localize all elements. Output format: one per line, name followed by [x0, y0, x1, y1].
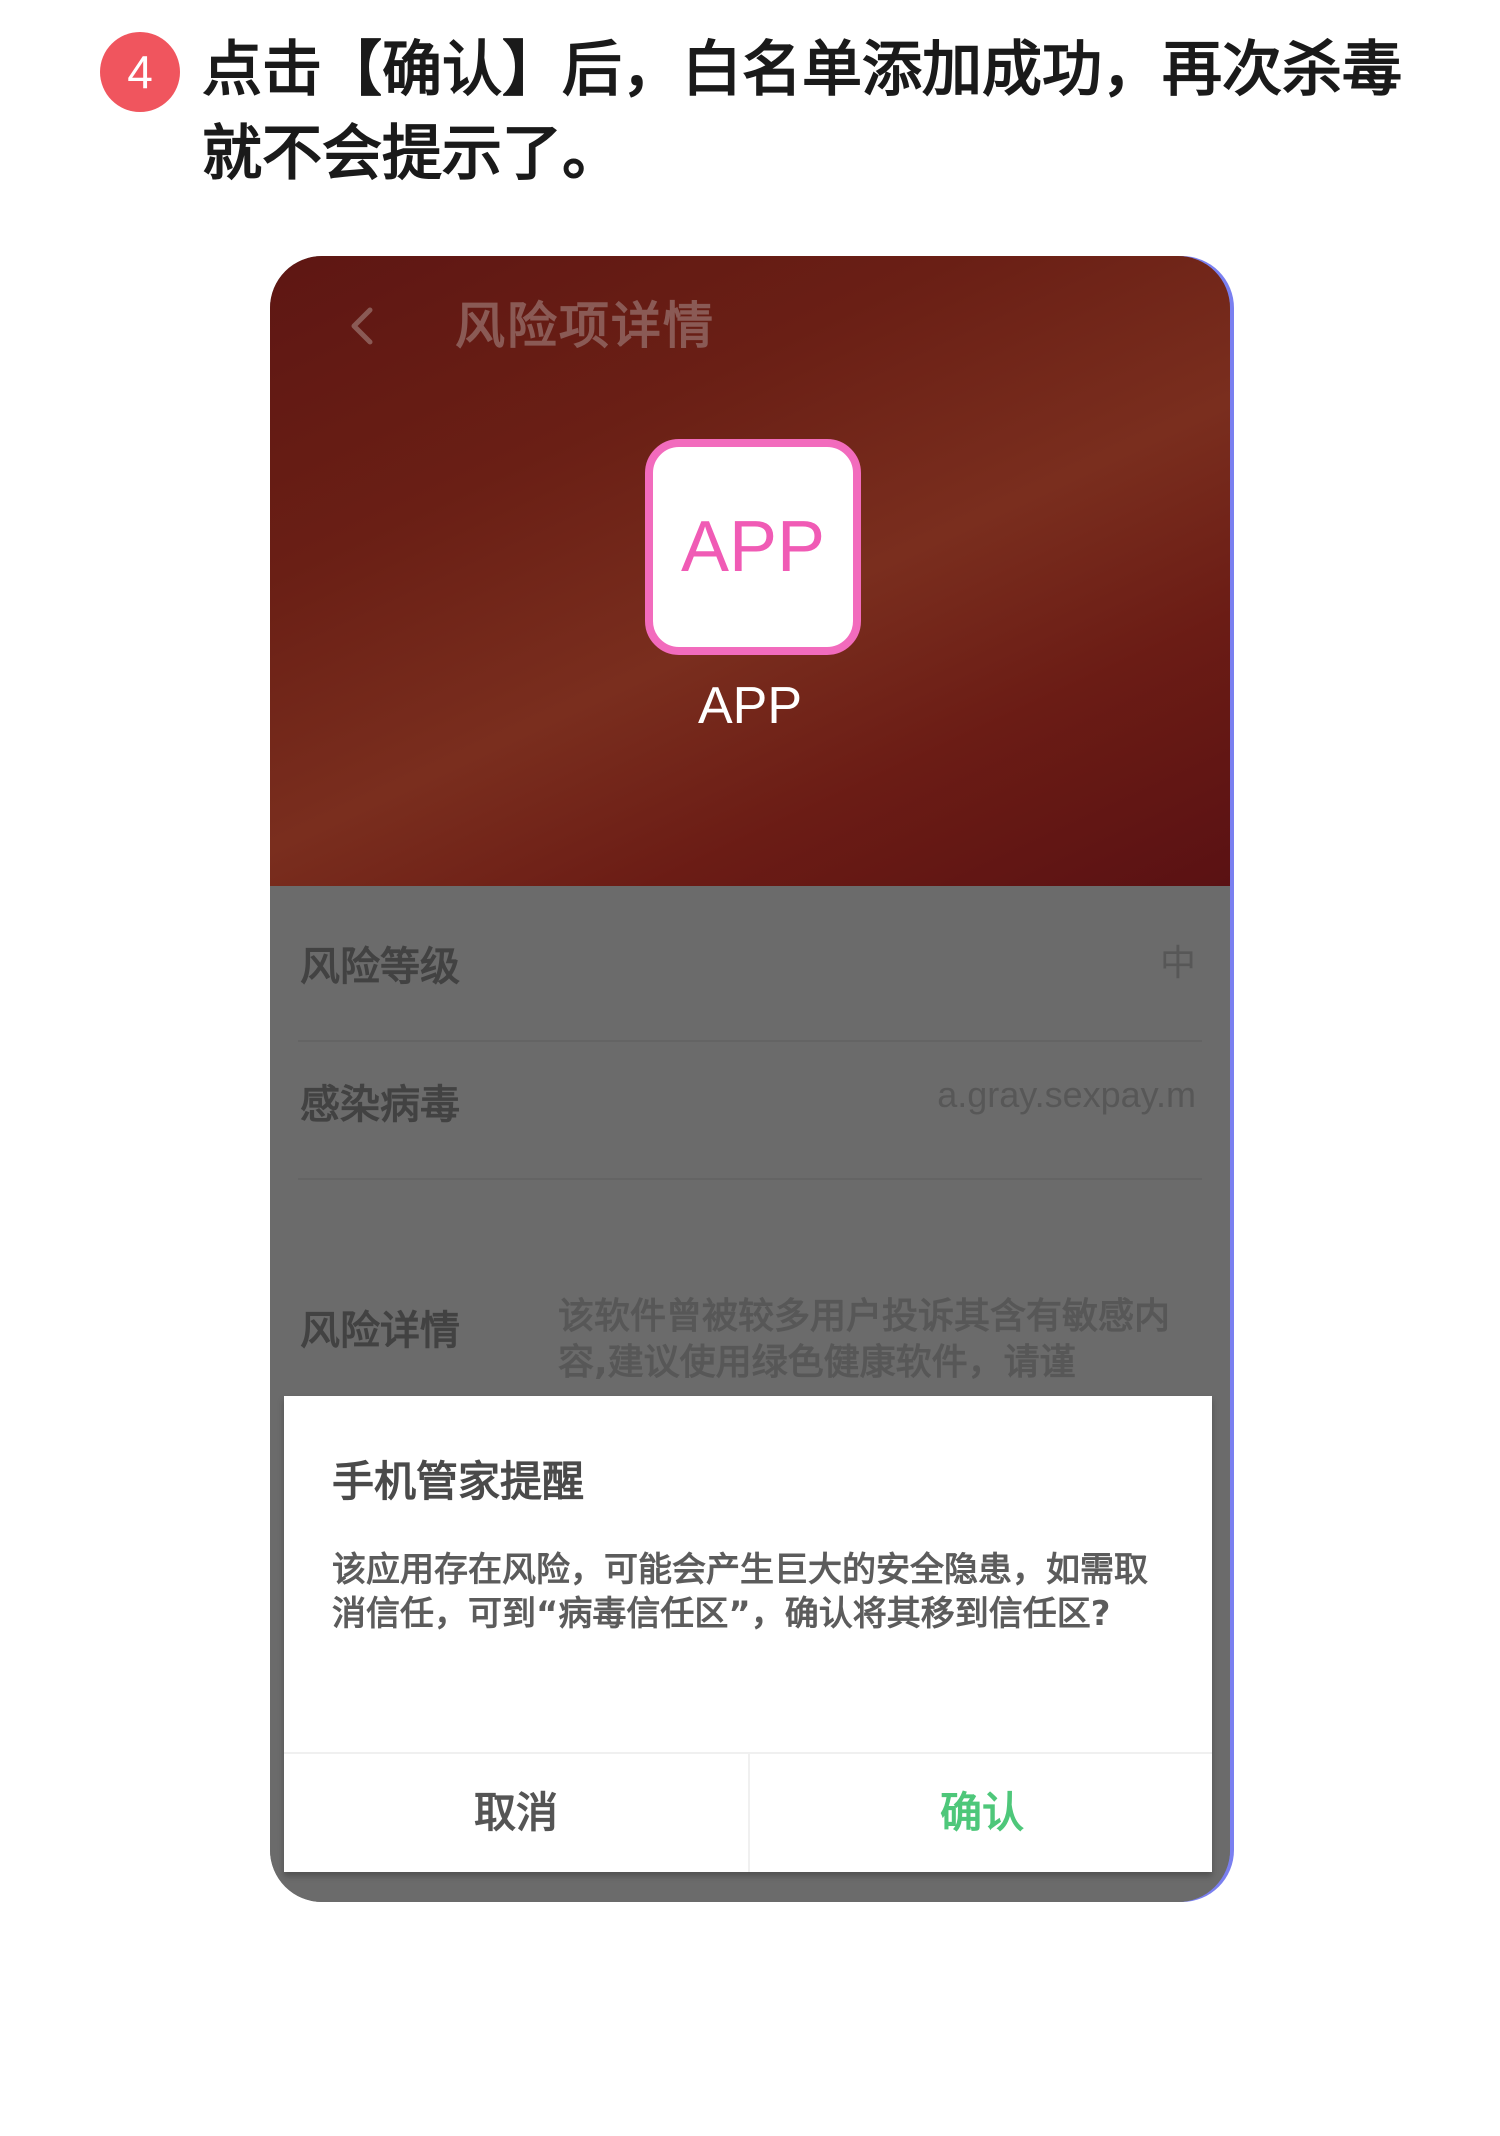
risk-detail-label: 风险详情 — [300, 1308, 460, 1354]
chevron-left-icon[interactable] — [342, 296, 382, 356]
confirm-button[interactable]: 确认 — [750, 1754, 1214, 1872]
divider — [298, 1040, 1202, 1042]
risk-detail-value: 该软件曾被较多用户投诉其含有敏感内容,建议使用绿色健康软件，请谨 — [558, 1296, 1171, 1383]
app-name: APP — [697, 677, 803, 735]
risk-detail-header: 风险项详情 APP APP — [270, 256, 1230, 886]
risk-level-label: 风险等级 — [300, 944, 460, 990]
phone-screenshot: 风险项详情 APP APP 风险等级 中 感染病毒 a.gray.sexpay.… — [270, 256, 1230, 1902]
page-title: 风险项详情 — [455, 297, 715, 355]
cancel-button[interactable]: 取消 — [284, 1754, 748, 1872]
dialog-message: 该应用存在风险，可能会产生巨大的安全隐患，如需取消信任，可到“病毒信任区”，确认… — [332, 1550, 1148, 1634]
confirm-dialog: 手机管家提醒 该应用存在风险，可能会产生巨大的安全隐患，如需取消信任，可到“病毒… — [284, 1396, 1212, 1872]
virus-value: a.gray.sexpay.m — [937, 1074, 1196, 1115]
virus-label: 感染病毒 — [300, 1082, 460, 1128]
risk-level-value: 中 — [1159, 942, 1196, 983]
dialog-title: 手机管家提醒 — [332, 1457, 585, 1506]
app-icon: APP — [645, 439, 861, 655]
step-number-badge: 4 — [100, 32, 180, 112]
divider — [298, 1178, 1202, 1180]
app-icon-label: APP — [680, 507, 826, 587]
step-instruction: 点击【确认】后，白名单添加成功，再次杀毒就不会提示了。 — [202, 35, 1402, 189]
